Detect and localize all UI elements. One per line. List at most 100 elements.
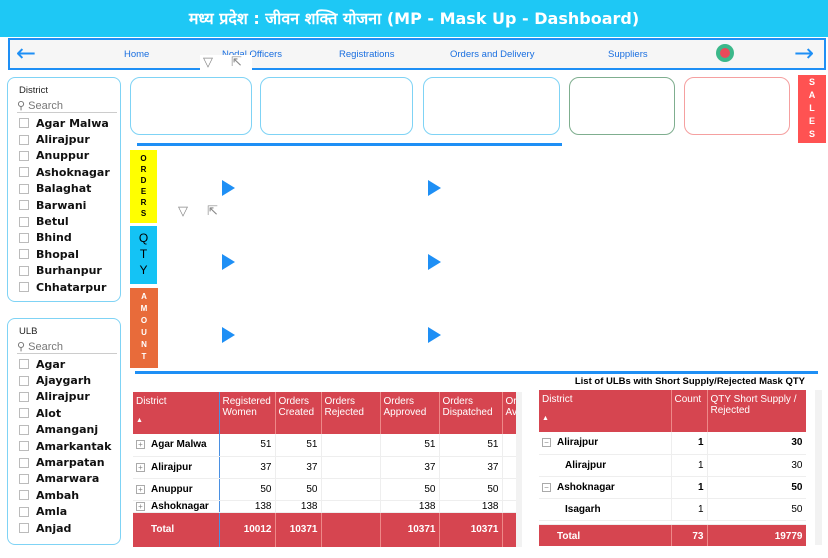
slicer-item[interactable]: Alirajpur	[19, 131, 110, 147]
checkbox[interactable]	[19, 391, 29, 402]
play-icon[interactable]	[428, 327, 441, 343]
slicer-item[interactable]: Bhopal	[19, 246, 110, 262]
checkbox[interactable]	[19, 408, 29, 419]
checkbox[interactable]	[19, 457, 29, 468]
slicer-item[interactable]: Barwani	[19, 197, 110, 213]
checkbox[interactable]	[19, 359, 29, 370]
slicer-item[interactable]: Bhind	[19, 230, 110, 246]
column-header[interactable]: District ▲	[539, 390, 672, 432]
slicer-item[interactable]: Alirajpur	[19, 389, 111, 405]
expand-icon[interactable]: +	[136, 440, 145, 450]
focus-mode-icon[interactable]: ⇱	[231, 55, 242, 70]
focus-mode-icon[interactable]: ⇱	[207, 204, 218, 219]
filter-icon[interactable]: ▽	[178, 204, 188, 219]
checkbox[interactable]	[19, 490, 29, 501]
nav-registrations[interactable]: Registrations	[339, 49, 394, 60]
column-header[interactable]: Orders Dispatched	[439, 392, 503, 434]
checkbox[interactable]	[19, 150, 29, 161]
nav-orders-and-delivery[interactable]: Orders and Delivery	[450, 49, 534, 60]
scrollbar[interactable]	[516, 392, 522, 547]
district-cell: + Ashoknagar	[133, 500, 220, 513]
filter-icon[interactable]: ▽	[203, 55, 213, 70]
checkbox[interactable]	[19, 506, 29, 517]
checkbox[interactable]	[19, 216, 29, 227]
checkbox[interactable]	[19, 167, 29, 178]
checkbox[interactable]	[19, 375, 29, 386]
play-icon[interactable]	[222, 254, 235, 270]
checkbox[interactable]	[19, 118, 29, 129]
checkbox[interactable]	[19, 265, 29, 276]
orders-label-box: ORDERS	[130, 150, 157, 223]
rejected-cell	[321, 478, 381, 501]
checkbox[interactable]	[19, 134, 29, 145]
checkbox[interactable]	[19, 473, 29, 484]
expand-icon[interactable]: +	[136, 484, 145, 494]
checkbox[interactable]	[19, 441, 29, 452]
slicer-item[interactable]: Amarwara	[19, 471, 111, 487]
slicer-item-label: Balaghat	[36, 182, 92, 196]
play-icon[interactable]	[222, 327, 235, 343]
expand-icon[interactable]: +	[136, 462, 145, 472]
district-search-input[interactable]: ⚲ Search	[17, 99, 117, 113]
slicer-item[interactable]: Ambah	[19, 487, 111, 503]
checkbox[interactable]	[19, 424, 29, 435]
collapse-icon[interactable]: −	[542, 482, 551, 492]
slicer-item[interactable]: Amarpatan	[19, 454, 111, 470]
table-row: − Ashoknagar 1 50	[539, 476, 806, 499]
slicer-item[interactable]: Anjad	[19, 520, 111, 536]
checkbox[interactable]	[19, 282, 29, 293]
checkbox[interactable]	[19, 249, 29, 260]
checkbox[interactable]	[19, 183, 29, 194]
created-cell: 138	[275, 500, 322, 513]
slicer-item[interactable]: Ajaygarh	[19, 372, 111, 388]
arrow-right-icon[interactable]: →	[794, 40, 814, 66]
slicer-item[interactable]: Balaghat	[19, 181, 110, 197]
slicer-item[interactable]: Chhatarpur	[19, 279, 110, 295]
nav-suppliers[interactable]: Suppliers	[608, 49, 648, 60]
ulb-slicer: ULB ⚲ Search Agar Ajaygarh Alirajpur Alot Am…	[7, 318, 121, 545]
checkbox[interactable]	[19, 523, 29, 534]
name-cell: Alirajpur	[539, 454, 672, 477]
slicer-item[interactable]: Amanganj	[19, 422, 111, 438]
expand-icon[interactable]: +	[136, 501, 145, 511]
slicer-item[interactable]: Anuppur	[19, 148, 110, 164]
column-header-label: Or Av	[505, 396, 517, 418]
column-header[interactable]: Count	[671, 390, 708, 432]
column-header[interactable]: Orders Approved	[380, 392, 440, 434]
name-cell: − Ashoknagar	[539, 476, 672, 499]
slicer-item[interactable]: Ashoknagar	[19, 164, 110, 180]
column-header[interactable]: Or Av	[502, 392, 516, 434]
column-header-label: Registered Women	[222, 396, 271, 418]
slicer-item[interactable]: Agar	[19, 356, 111, 372]
slicer-item[interactable]: Burhanpur	[19, 263, 110, 279]
column-header[interactable]: District ▲	[133, 392, 220, 434]
scrollbar[interactable]	[815, 390, 822, 545]
column-header[interactable]: Registered Women	[219, 392, 276, 434]
divider	[137, 143, 562, 146]
nav-home[interactable]: Home	[124, 49, 149, 60]
slicer-item[interactable]: Betul	[19, 213, 110, 229]
play-icon[interactable]	[428, 254, 441, 270]
checkbox[interactable]	[19, 232, 29, 243]
arrow-left-icon[interactable]: ←	[16, 40, 36, 66]
column-header[interactable]: Orders Created	[275, 392, 322, 434]
approved-cell: 138	[380, 500, 440, 513]
name-cell: − Alirajpur	[539, 432, 672, 455]
table-row: + Agar Malwa 51 51 51 51	[133, 434, 516, 457]
column-header[interactable]: Orders Rejected	[321, 392, 381, 434]
collapse-icon[interactable]: −	[542, 438, 551, 448]
column-header-label: District	[136, 396, 167, 407]
slicer-item[interactable]: Alot	[19, 405, 111, 421]
power-icon[interactable]	[716, 44, 734, 62]
sort-ascending-icon[interactable]: ▲	[542, 415, 668, 422]
checkbox[interactable]	[19, 200, 29, 211]
count-cell: 1	[671, 454, 708, 477]
sort-ascending-icon[interactable]: ▲	[136, 417, 216, 424]
slicer-item[interactable]: Amla	[19, 504, 111, 520]
play-icon[interactable]	[222, 180, 235, 196]
play-icon[interactable]	[428, 180, 441, 196]
slicer-item[interactable]: Agar Malwa	[19, 115, 110, 131]
slicer-item[interactable]: Amarkantak	[19, 438, 111, 454]
column-header[interactable]: QTY Short Supply / Rejected	[707, 390, 806, 432]
ulb-search-input[interactable]: ⚲ Search	[17, 340, 117, 354]
